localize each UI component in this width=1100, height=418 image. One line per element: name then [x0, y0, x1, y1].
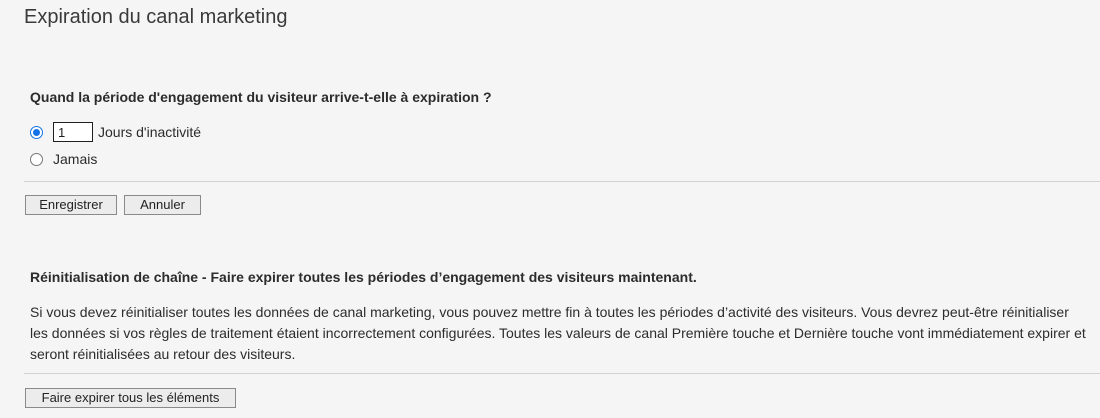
days-radio[interactable] — [30, 125, 43, 139]
expire-all-button[interactable]: Faire expirer tous les éléments — [25, 388, 236, 408]
cancel-button[interactable]: Annuler — [124, 195, 201, 215]
page-title: Expiration du canal marketing — [24, 6, 288, 28]
divider — [24, 181, 1100, 182]
engagement-question: Quand la période d'engagement du visiteu… — [30, 89, 492, 105]
never-radio[interactable] — [30, 152, 43, 166]
days-label: Jours d'inactivité — [98, 124, 202, 140]
days-option-row: Jours d'inactivité — [30, 122, 201, 142]
days-input[interactable] — [53, 122, 93, 142]
save-button[interactable]: Enregistrer — [25, 195, 117, 215]
reset-section-description: Si vous devez réinitialiser toutes les d… — [30, 304, 1086, 362]
never-option-row: Jamais — [30, 151, 97, 167]
reset-section-title: Réinitialisation de chaîne - Faire expir… — [30, 269, 697, 285]
marketing-channel-expiration-page: Expiration du canal marketing Quand la p… — [0, 0, 1100, 418]
never-label: Jamais — [53, 151, 98, 167]
divider — [24, 373, 1100, 374]
